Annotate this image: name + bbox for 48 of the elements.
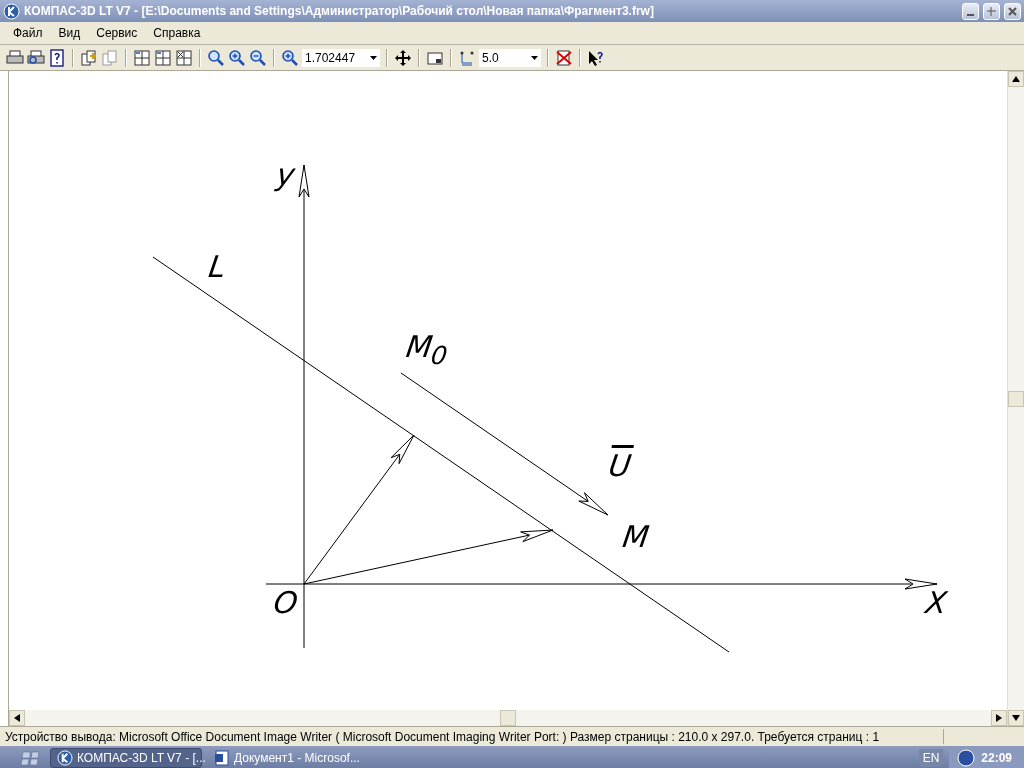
language-indicator[interactable]: EN [918,748,944,767]
caret-icon [370,55,377,60]
menu-item[interactable]: Сервис [89,24,145,42]
zoom-in-icon[interactable] [228,48,246,67]
scroll-thumb[interactable] [1008,390,1024,407]
restore-button[interactable] [983,2,1000,20]
document-icon [214,749,230,766]
point-label: M$_{0}$ [403,332,451,368]
vector-label: U [606,451,634,481]
menu-item[interactable]: Справка [146,24,208,42]
left-arrow-icon[interactable] [14,714,20,722]
move-icon[interactable] [394,48,412,67]
close-button[interactable] [1004,2,1021,20]
down-arrow-icon[interactable] [1012,715,1020,721]
up-arrow-icon[interactable] [1012,76,1020,82]
menu-item[interactable]: Файл [6,24,50,42]
clock: 22:09 [981,750,1012,765]
context-help-icon[interactable] [587,48,605,67]
y-axis-label: y [274,160,297,190]
step-combo[interactable]: 5.0 [479,48,541,67]
menu-item[interactable]: Вид [51,24,88,42]
zoom-out-icon[interactable] [249,48,267,67]
right-arrow-icon[interactable] [996,714,1002,722]
minimize-button[interactable] [962,2,979,20]
line-label: L [206,252,228,282]
zoom-scale-icon[interactable] [281,48,299,67]
zoom-combo[interactable]: 1.702447 [302,48,380,67]
help-icon[interactable] [48,48,66,67]
app-logo-icon [3,2,20,20]
print-preview-icon[interactable] [27,48,45,67]
grid-icon[interactable] [133,48,151,67]
vertical-scrollbar[interactable] [1007,71,1024,726]
scroll-thumb[interactable] [500,710,516,726]
status-text: Устройство вывода: Microsoft Office Document Image Writer ( Microsoft Document Imaging Writer Port: ) Размер страницы : 210.0 x 297.0. Требуется страниц : 1 [5,729,881,744]
minimize-icon [967,13,974,16]
tray-icon[interactable] [957,748,976,767]
point-label: M [620,522,651,552]
horizontal-scrollbar[interactable] [9,710,1007,726]
printer-icon[interactable] [6,48,24,67]
zoom-icon[interactable] [207,48,225,67]
app-logo-icon [57,749,73,766]
grid-icon[interactable] [154,48,172,67]
copy-icon[interactable] [80,48,98,67]
caret-icon [531,55,538,60]
window-title: КОМПАС-3D LT V7 - [E:\Documents and Settings\Администратор\Рабочий стол\Новая папка\Фрагмент3.frw] [24,4,655,18]
origin-label: O [271,588,300,618]
x-axis-label: X [923,588,949,618]
window-grid-icon[interactable] [175,48,193,67]
